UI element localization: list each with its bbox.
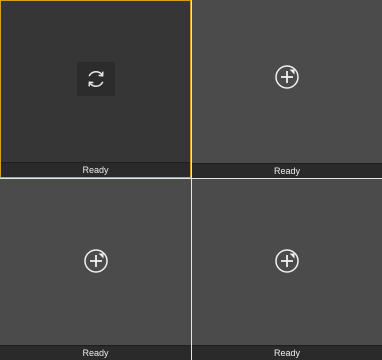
- add-camera-icon: [275, 65, 299, 89]
- video-pane-2[interactable]: Ready: [192, 0, 382, 178]
- video-pane-1[interactable]: Ready: [0, 0, 191, 178]
- video-grid: Ready Ready Ready Ready: [0, 0, 382, 360]
- pane-status-label: Ready: [0, 345, 191, 360]
- add-camera-button[interactable]: [267, 57, 307, 97]
- pane-status-label: Ready: [192, 163, 382, 178]
- add-camera-button[interactable]: [267, 241, 307, 281]
- pane-status-label: Ready: [1, 162, 190, 177]
- refresh-icon: [87, 71, 104, 87]
- pane-status-label: Ready: [192, 345, 382, 360]
- add-camera-button[interactable]: [76, 241, 116, 281]
- video-pane-3[interactable]: Ready: [0, 179, 191, 360]
- add-camera-icon: [83, 249, 108, 273]
- add-camera-icon: [275, 249, 299, 273]
- video-pane-4[interactable]: Ready: [192, 179, 382, 360]
- refresh-button[interactable]: [76, 62, 115, 96]
